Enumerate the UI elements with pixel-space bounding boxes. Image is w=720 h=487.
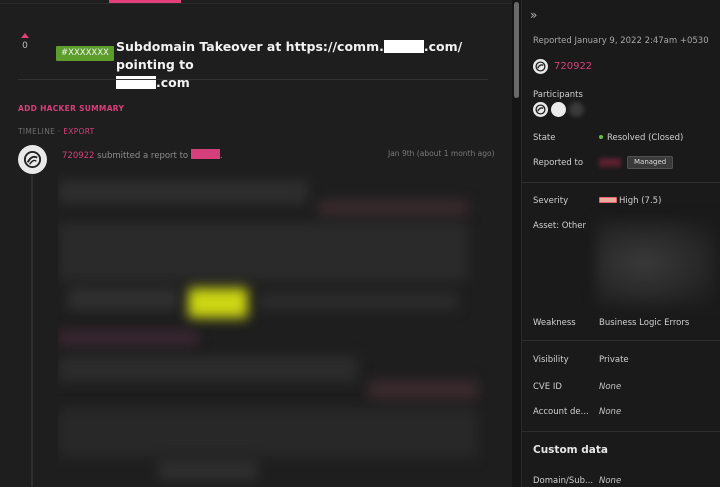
- cve-label: CVE ID: [533, 382, 562, 392]
- report-title: Subdomain Takeover at https://comm. .com/…: [116, 38, 488, 92]
- report-main-panel: 0 #XXXXXXX Subdomain Takeover at https:/…: [0, 0, 512, 487]
- user-avatar-swirl-icon: [535, 104, 546, 115]
- custom-data-title: Custom data: [533, 444, 608, 456]
- add-hacker-summary-link[interactable]: ADD HACKER SUMMARY: [18, 104, 124, 113]
- blurred-report-body: [58, 170, 488, 487]
- header-divider: [18, 79, 488, 80]
- reporter-avatar[interactable]: [533, 59, 548, 74]
- main-scrollbar[interactable]: [512, 0, 521, 487]
- reported-date: Reported January 9, 2022 2:47am +0530: [533, 36, 709, 46]
- severity-label: Severity: [533, 196, 569, 206]
- participants-label: Participants: [533, 90, 583, 100]
- top-divider: [0, 3, 512, 4]
- activity-text: submitted a report to: [94, 151, 191, 161]
- cve-value: None: [599, 382, 622, 392]
- section-divider: [522, 340, 720, 341]
- title-text-1: Subdomain Takeover at https://comm.: [116, 39, 384, 54]
- weakness-label: Weakness: [533, 318, 576, 328]
- timeline-label: TIMELINE: [18, 127, 56, 136]
- account-label: Account de...: [533, 407, 589, 417]
- activity-suffix: .: [219, 151, 223, 161]
- title-text-3: .com: [156, 75, 190, 90]
- report-id-badge: #XXXXXXX: [56, 46, 114, 61]
- redacted-asset: [596, 220, 716, 306]
- participant-avatar[interactable]: [533, 102, 548, 117]
- reporter-link[interactable]: 720922: [554, 61, 592, 72]
- export-link[interactable]: EXPORT: [63, 127, 94, 136]
- state-status-dot: [599, 135, 603, 139]
- participant-avatar[interactable]: [569, 102, 584, 117]
- severity-value: High (7.5): [599, 196, 661, 206]
- domain-label: Domain/Sub...: [533, 476, 594, 486]
- managed-badge: Managed: [627, 156, 674, 169]
- timeline-header: TIMELINE · EXPORT: [18, 127, 95, 136]
- account-value: None: [599, 407, 622, 417]
- domain-value: None: [599, 476, 622, 486]
- state-label: State: [533, 133, 556, 143]
- redacted-program-link[interactable]: [190, 149, 220, 159]
- vote-count: 0: [22, 41, 28, 51]
- participants-list: [533, 102, 584, 117]
- vote-widget[interactable]: 0: [16, 33, 34, 51]
- upvote-arrow-icon[interactable]: [21, 33, 29, 38]
- reporter[interactable]: 720922: [533, 59, 592, 74]
- collapse-sidebar-icon[interactable]: »: [530, 9, 537, 21]
- asset-label: Asset: Other: [533, 221, 586, 231]
- redacted-block: [383, 40, 424, 53]
- visibility-label: Visibility: [533, 355, 569, 365]
- activity-timestamp: Jan 9th (about 1 month ago): [388, 149, 495, 158]
- participant-avatar[interactable]: [551, 102, 566, 117]
- visibility-value: Private: [599, 355, 629, 365]
- redacted-program[interactable]: [599, 158, 621, 167]
- state-value: Resolved (Closed): [599, 133, 683, 143]
- section-divider: [522, 431, 720, 432]
- severity-text: High (7.5): [619, 196, 662, 206]
- section-divider: [522, 182, 720, 183]
- severity-bar-icon: [599, 197, 617, 203]
- state-text: Resolved (Closed): [607, 133, 684, 143]
- reported-to-label: Reported to: [533, 158, 584, 168]
- user-avatar-swirl-icon: [23, 150, 42, 169]
- scrollbar-thumb[interactable]: [514, 2, 519, 98]
- timeline-separator: ·: [57, 127, 61, 136]
- weakness-value[interactable]: Business Logic Errors: [599, 318, 689, 328]
- activity-entry: 720922 submitted a report to .: [62, 149, 223, 161]
- activity-user-link[interactable]: 720922: [62, 151, 94, 161]
- timeline-track: [31, 175, 33, 487]
- user-avatar-swirl-icon: [535, 61, 546, 72]
- report-sidebar: » Reported January 9, 2022 2:47am +0530 …: [521, 0, 720, 487]
- avatar[interactable]: [18, 145, 47, 174]
- redacted-block: [116, 76, 156, 89]
